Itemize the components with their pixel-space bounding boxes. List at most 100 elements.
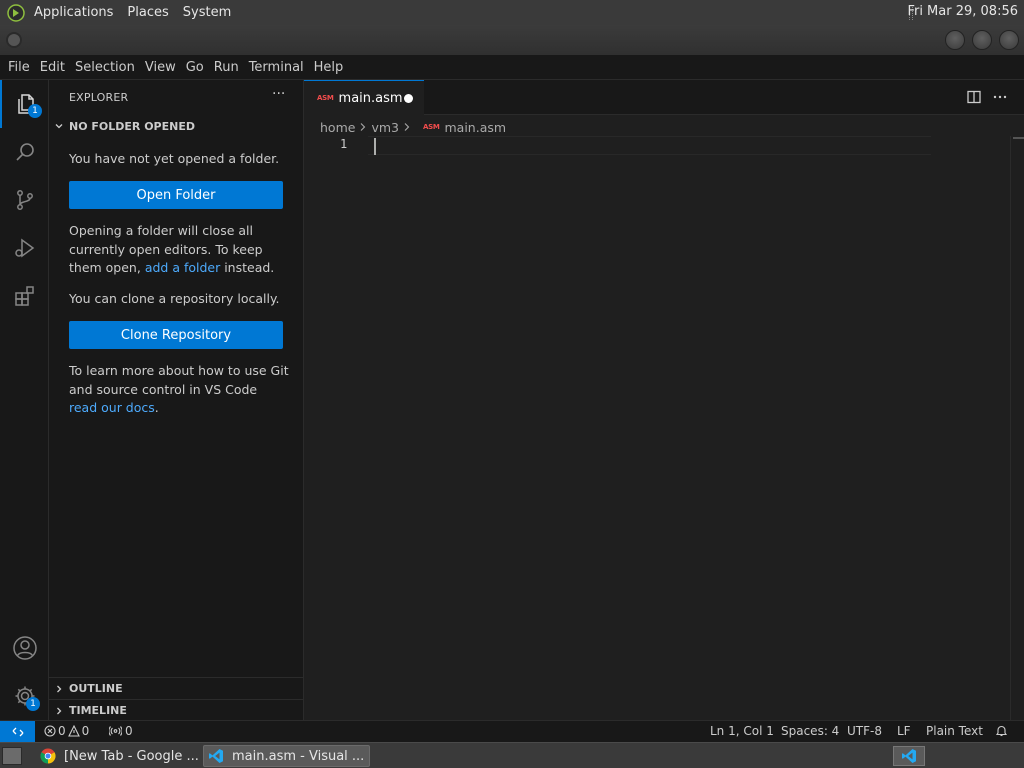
read-docs-link[interactable]: read our docs — [69, 400, 155, 415]
chevron-right-icon — [359, 122, 367, 132]
task-chrome[interactable]: [New Tab - Google ... — [36, 745, 200, 767]
section-timeline[interactable]: TIMELINE — [49, 699, 304, 721]
close-button[interactable] — [999, 30, 1019, 50]
msg-opening-text-end: instead. — [220, 260, 275, 275]
clone-repository-button[interactable]: Clone Repository — [69, 321, 283, 349]
menu-go[interactable]: Go — [181, 60, 209, 75]
menu-terminal[interactable]: Terminal — [244, 60, 309, 75]
account-icon — [12, 636, 37, 660]
tab-label: main.asm — [338, 90, 403, 106]
activity-manage[interactable]: 1 — [0, 672, 49, 720]
add-folder-link[interactable]: add a folder — [145, 260, 220, 275]
chevron-right-icon — [403, 122, 411, 132]
vscode-icon — [902, 749, 916, 763]
section-no-folder-label: NO FOLDER OPENED — [69, 119, 195, 133]
source-control-icon — [16, 190, 33, 210]
end-of-line[interactable]: LF — [897, 724, 911, 738]
chevron-down-icon — [49, 121, 69, 131]
activity-accounts[interactable] — [0, 624, 49, 672]
top-panel: Applications Places System Fri Mar 29, 0… — [0, 0, 1024, 25]
tab-main-asm[interactable]: ASM main.asm — [304, 80, 424, 115]
activity-bar: 1 1 — [0, 80, 49, 720]
task-chrome-label: [New Tab - Google ... — [64, 748, 199, 764]
msg-learn-git: To learn more about how to use Git and s… — [69, 362, 289, 418]
scrollbar-cursor-mark — [1013, 137, 1024, 139]
editor-area: ASM main.asm home vm3 ASM main.asm 1 — [304, 80, 1024, 720]
manage-badge: 1 — [26, 697, 40, 711]
vscode-icon — [209, 749, 223, 763]
asm-file-icon: ASM — [422, 123, 440, 131]
menu-help[interactable]: Help — [309, 60, 349, 75]
explorer-badge: 1 — [28, 104, 42, 118]
explorer-sidebar: EXPLORER ··· NO FOLDER OPENED You have n… — [49, 80, 304, 720]
menu-selection[interactable]: Selection — [70, 60, 140, 75]
ports-indicator[interactable]: 0 — [109, 724, 133, 738]
task-vscode[interactable]: main.asm - Visual ... — [203, 745, 370, 767]
more-actions-icon[interactable] — [992, 90, 1008, 104]
panel-clock[interactable]: Fri Mar 29, 08:56 — [907, 4, 1018, 19]
system-menu[interactable]: System — [183, 5, 231, 20]
breadcrumb-home[interactable]: home — [320, 120, 355, 135]
places-menu[interactable]: Places — [127, 5, 168, 20]
chevron-right-icon — [49, 706, 69, 716]
activity-explorer[interactable]: 1 — [0, 80, 49, 128]
taskbar: [New Tab - Google ... main.asm - Visual … — [0, 742, 1024, 768]
error-icon — [44, 725, 56, 737]
split-editor-icon[interactable] — [967, 90, 981, 104]
notifications-bell-icon[interactable] — [995, 724, 1008, 737]
window-menu-button[interactable] — [6, 32, 22, 48]
activity-run-debug[interactable] — [0, 224, 49, 272]
section-no-folder[interactable]: NO FOLDER OPENED — [49, 115, 304, 137]
encoding[interactable]: UTF-8 — [847, 724, 882, 738]
language-mode[interactable]: Plain Text — [926, 724, 983, 738]
breadcrumb-vm3[interactable]: vm3 — [371, 120, 399, 135]
activity-search[interactable] — [0, 128, 49, 176]
menu-edit[interactable]: Edit — [35, 60, 70, 75]
menubar: File Edit Selection View Go Run Terminal… — [0, 55, 1024, 80]
editor-scrollbar[interactable] — [1010, 136, 1024, 720]
maximize-button[interactable] — [972, 30, 992, 50]
activity-source-control[interactable] — [0, 176, 49, 224]
error-count: 0 — [58, 724, 66, 738]
chevron-right-icon — [49, 684, 69, 694]
breadcrumb: home vm3 ASM main.asm — [320, 118, 506, 136]
problems-indicator[interactable]: 0 0 — [44, 724, 89, 738]
window-titlebar[interactable] — [0, 25, 1024, 55]
status-bar: 0 0 0 Ln 1, Col 1 Spaces: 4 UTF-8 LF Pla… — [0, 720, 1024, 742]
unsaved-dot-icon[interactable] — [404, 94, 413, 103]
editor-tab-strip: ASM main.asm — [304, 80, 1024, 115]
open-folder-button[interactable]: Open Folder — [69, 181, 283, 209]
msg-learn-text: To learn more about how to use Git and s… — [69, 363, 289, 397]
remote-indicator[interactable] — [0, 721, 35, 742]
section-outline[interactable]: OUTLINE — [49, 677, 304, 699]
menu-run[interactable]: Run — [209, 60, 244, 75]
applications-menu[interactable]: Applications — [34, 5, 113, 20]
menu-file[interactable]: File — [3, 60, 35, 75]
activity-extensions[interactable] — [0, 272, 49, 320]
workspace-switcher[interactable] — [893, 746, 925, 766]
asm-file-icon: ASM — [317, 94, 334, 102]
msg-learn-text-end: . — [154, 400, 159, 415]
run-debug-icon — [14, 238, 34, 258]
gnome-foot-icon[interactable] — [6, 3, 26, 23]
extensions-icon — [14, 286, 34, 306]
code-editor[interactable]: 1 — [304, 136, 1024, 720]
sidebar-more-actions[interactable]: ··· — [272, 86, 285, 102]
broadcast-icon — [109, 726, 122, 736]
minimize-button[interactable] — [945, 30, 965, 50]
show-desktop-button[interactable] — [2, 747, 22, 765]
task-vscode-label: main.asm - Visual ... — [232, 748, 365, 764]
section-outline-label: OUTLINE — [69, 682, 123, 695]
warning-icon — [67, 725, 80, 737]
line-number: 1 — [340, 137, 348, 151]
msg-opening-folder: Opening a folder will close all currentl… — [69, 222, 289, 278]
msg-clone: You can clone a repository locally. — [69, 291, 280, 306]
remote-icon — [12, 727, 23, 736]
indentation[interactable]: Spaces: 4 — [781, 724, 839, 738]
text-cursor — [374, 138, 376, 155]
breadcrumb-file[interactable]: main.asm — [445, 120, 507, 135]
menu-view[interactable]: View — [140, 60, 181, 75]
msg-no-folder: You have not yet opened a folder. — [69, 151, 280, 166]
cursor-position[interactable]: Ln 1, Col 1 — [710, 724, 774, 738]
chrome-icon — [40, 748, 56, 764]
